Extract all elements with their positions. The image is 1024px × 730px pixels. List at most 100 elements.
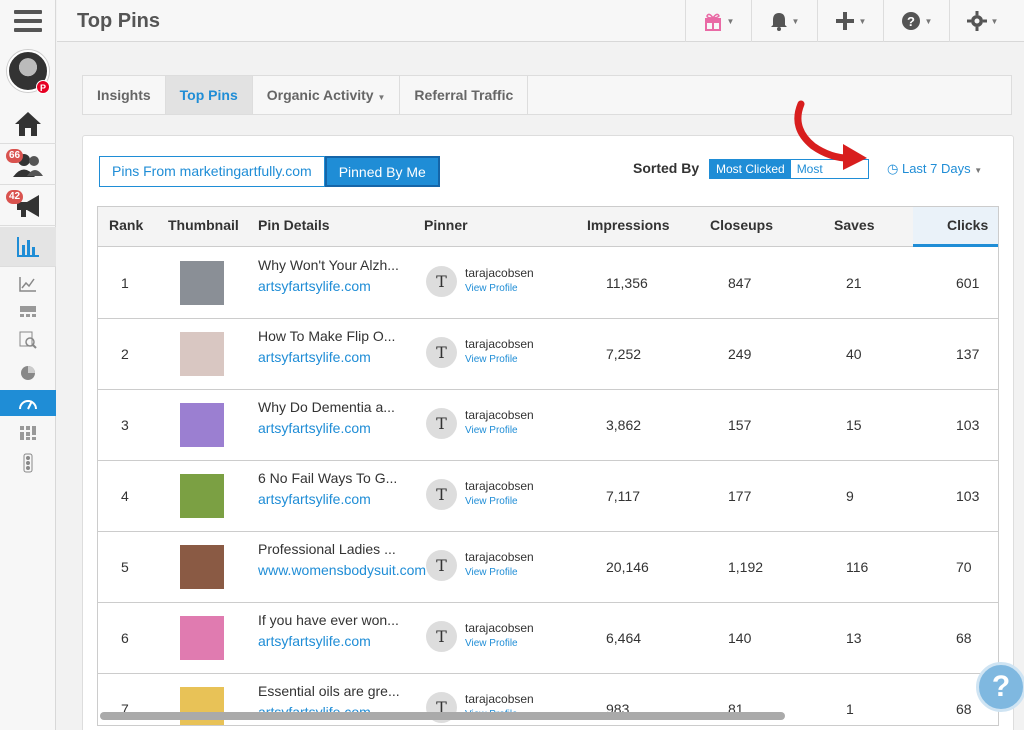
rank-cell: 3	[121, 417, 129, 433]
svg-text:?: ?	[907, 14, 915, 29]
sidebar-sub-boards[interactable]	[0, 298, 56, 324]
impressions-cell: 7,117	[606, 488, 640, 504]
header-thumbnail: Thumbnail	[168, 217, 239, 233]
settings-menu[interactable]: ▼	[949, 0, 1015, 42]
pinner-avatar: T	[426, 621, 457, 652]
pin-thumbnail[interactable]	[180, 332, 224, 376]
header-closeups[interactable]: Closeups	[710, 207, 773, 247]
notifications-menu[interactable]: ▼	[751, 0, 817, 42]
table-row[interactable]: 2 How To Make Flip O... artsyfartsylife.co…	[98, 319, 998, 390]
pin-thumbnail[interactable]	[180, 687, 224, 725]
sidebar-sub-trends[interactable]	[0, 271, 56, 297]
pin-title: How To Make Flip O...	[258, 328, 396, 344]
gift-menu[interactable]: ▼	[685, 0, 751, 42]
sidebar-sub-search[interactable]	[0, 327, 56, 353]
sidebar-item-home[interactable]	[0, 104, 56, 144]
impressions-cell: 7,252	[606, 346, 642, 362]
chevron-down-icon: ▼	[974, 166, 983, 175]
plus-icon	[835, 12, 854, 30]
table-row[interactable]: 1 Why Won't Your Alzh... artsyfartsylife.c…	[98, 248, 998, 319]
pin-title: Why Won't Your Alzh...	[258, 257, 399, 273]
pinner-avatar: T	[426, 408, 457, 439]
pinner-avatar: T	[426, 550, 457, 581]
header-clicks[interactable]: Clicks	[913, 207, 998, 247]
table-row[interactable]: 3 Why Do Dementia a... artsyfartsylife.com…	[98, 390, 998, 461]
pin-title: If you have ever won...	[258, 612, 399, 628]
pin-thumbnail[interactable]	[180, 616, 224, 660]
top-pins-table: Rank Thumbnail Pin Details Pinner Impres…	[97, 206, 999, 726]
clicks-cell: 68	[956, 630, 972, 646]
page-title: Top Pins	[77, 10, 160, 32]
line-chart-icon	[19, 277, 36, 292]
date-range-dropdown[interactable]: ◷ Last 7 Days ▼	[887, 161, 982, 177]
clicks-cell: 137	[956, 346, 980, 362]
horizontal-scrollbar[interactable]	[100, 712, 785, 720]
pin-source-link[interactable]: artsyfartsylife.com	[258, 491, 371, 507]
view-profile-link[interactable]: View Profile	[465, 283, 518, 294]
pin-thumbnail[interactable]	[180, 545, 224, 589]
help-chat-button[interactable]: ?	[976, 662, 1024, 712]
pinner-avatar: T	[426, 479, 457, 510]
sort-most-clicked-button[interactable]: Most Clicked	[710, 160, 791, 178]
header-rank[interactable]: Rank	[109, 207, 143, 247]
table-row[interactable]: 6 If you have ever won... artsyfartsylife.…	[98, 603, 998, 674]
closeups-cell: 177	[728, 488, 752, 504]
closeups-cell: 847	[728, 275, 752, 291]
pin-thumbnail[interactable]	[180, 403, 224, 447]
pin-title: Why Do Dementia a...	[258, 399, 395, 415]
table-row[interactable]: 4 6 No Fail Ways To G... artsyfartsylife.c…	[98, 461, 998, 532]
pin-source-toggle: Pins From marketingartfully.com Pinned B…	[99, 156, 440, 187]
tab-top-pins[interactable]: Top Pins	[165, 76, 253, 114]
pin-source-link[interactable]: www.womensbodysuit.com	[258, 562, 426, 578]
pin-source-link[interactable]: artsyfartsylife.com	[258, 349, 371, 365]
pin-source-link[interactable]: artsyfartsylife.com	[258, 633, 371, 649]
sidebar-item-followers[interactable]: 66	[0, 145, 56, 185]
pin-source-link[interactable]: artsyfartsylife.com	[258, 278, 371, 294]
add-menu[interactable]: ▼	[817, 0, 883, 42]
header-impressions[interactable]: Impressions	[587, 207, 669, 247]
sidebar-sub-traffic[interactable]	[0, 450, 56, 476]
view-profile-link[interactable]: View Profile	[465, 496, 518, 507]
clicks-cell: 103	[956, 488, 980, 504]
pinner-name: tarajacobsen	[465, 692, 534, 706]
header-saves[interactable]: Saves	[834, 207, 874, 247]
saves-cell: 21	[846, 275, 862, 291]
pins-from-domain-button[interactable]: Pins From marketingartfully.com	[99, 156, 325, 187]
pin-thumbnail[interactable]	[180, 261, 224, 305]
sidebar-sub-pie[interactable]	[0, 360, 56, 386]
saves-cell: 40	[846, 346, 862, 362]
question-circle-icon: ?	[901, 12, 920, 30]
pinner-avatar: T	[426, 266, 457, 297]
view-profile-link[interactable]: View Profile	[465, 567, 518, 578]
clock-icon: ◷	[887, 161, 899, 176]
help-menu[interactable]: ? ▼	[883, 0, 949, 42]
sidebar-sub-grid[interactable]	[0, 420, 56, 446]
view-profile-link[interactable]: View Profile	[465, 425, 518, 436]
tab-insights[interactable]: Insights	[83, 76, 166, 114]
pinner-name: tarajacobsen	[465, 408, 534, 422]
saves-cell: 116	[846, 559, 869, 575]
table-row[interactable]: 5 Professional Ladies ... www.womensbodysu…	[98, 532, 998, 603]
view-profile-link[interactable]: View Profile	[465, 354, 518, 365]
chevron-down-icon: ▼	[377, 93, 386, 102]
sidebar-item-analytics[interactable]	[0, 227, 56, 267]
menu-icon[interactable]	[14, 10, 42, 32]
saves-cell: 9	[846, 488, 854, 504]
pin-thumbnail[interactable]	[180, 474, 224, 518]
pin-title: Essential oils are gre...	[258, 683, 400, 699]
impressions-cell: 6,464	[606, 630, 642, 646]
tab-organic-activity[interactable]: Organic Activity ▼	[253, 76, 401, 114]
sidebar-item-campaigns[interactable]: 42	[0, 186, 56, 226]
impressions-cell: 20,146	[606, 559, 649, 575]
grid-icon	[20, 426, 36, 440]
chevron-down-icon: ▼	[990, 16, 999, 26]
pinned-by-me-button[interactable]: Pinned By Me	[324, 156, 440, 187]
view-profile-link[interactable]: View Profile	[465, 638, 518, 649]
red-arrow-annotation-icon	[794, 100, 867, 170]
sidebar-sub-top-pins[interactable]	[0, 390, 56, 416]
pinner-avatar: T	[426, 337, 457, 368]
chevron-down-icon: ▼	[924, 16, 933, 26]
pin-title: Professional Ladies ...	[258, 541, 396, 557]
pin-source-link[interactable]: artsyfartsylife.com	[258, 420, 371, 436]
tab-referral-traffic[interactable]: Referral Traffic	[400, 76, 529, 114]
